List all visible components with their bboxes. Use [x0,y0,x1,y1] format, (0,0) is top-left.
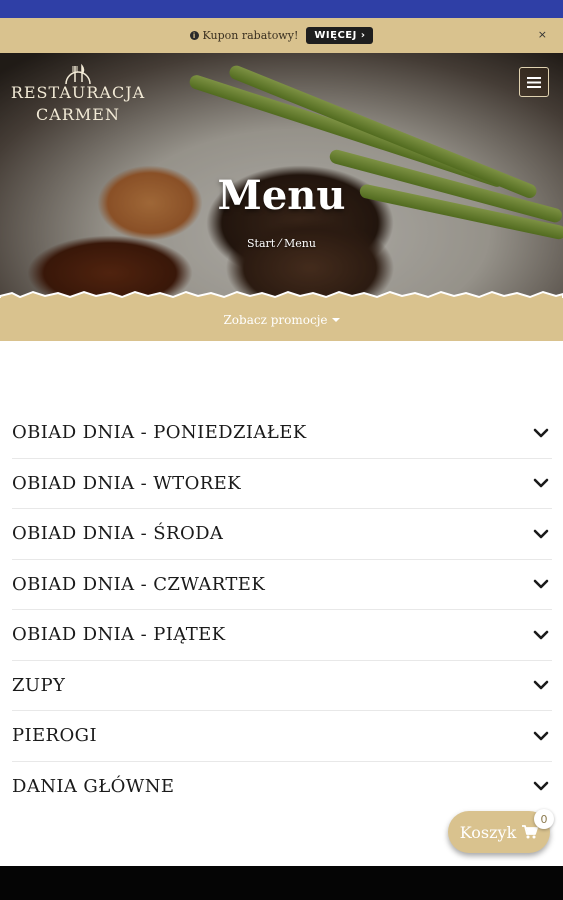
info-icon: i [189,31,199,40]
menu-category-item[interactable]: OBIAD DNIA - ŚRODA [12,509,552,560]
chevron-down-icon [533,781,549,791]
chevron-down-icon [533,731,549,741]
see-promotions-toggle[interactable]: Zobacz promocje [0,298,563,341]
system-navigation-bar [0,866,563,900]
shopping-cart-icon [522,825,539,839]
system-status-bar [0,0,563,18]
menu-category-item[interactable]: DANIA GŁÓWNE [12,762,552,812]
menu-category-label: PIEROGI [12,725,97,747]
logo-line-1: RESTAURACJA [10,83,146,102]
chevron-down-icon [533,680,549,690]
more-button[interactable]: WIĘCEJ › [306,27,374,44]
chevron-down-icon [533,630,549,640]
caret-down-icon [331,317,340,322]
close-icon[interactable]: × [538,28,547,41]
cart-label: Koszyk [459,822,517,842]
chevron-down-icon [533,428,549,438]
coupon-bar: i Kupon rabatowy! WIĘCEJ › × [0,18,563,53]
menu-category-item[interactable]: OBIAD DNIA - PIĄTEK [12,610,552,661]
hamburger-menu-button[interactable] [519,67,549,97]
menu-category-list: OBIAD DNIA - PONIEDZIAŁEK OBIAD DNIA - W… [12,408,552,811]
menu-category-label: OBIAD DNIA - CZWARTEK [12,573,266,595]
breadcrumb[interactable]: Start ⁄ Menu [0,237,563,250]
menu-category-label: OBIAD DNIA - ŚRODA [12,523,224,545]
coupon-text: Kupon rabatowy! [202,29,299,42]
chevron-down-icon [533,579,549,589]
menu-category-item[interactable]: PIEROGI [12,711,552,762]
menu-category-label: OBIAD DNIA - PIĄTEK [12,624,226,646]
chevron-down-icon [533,478,549,488]
cart-button[interactable]: Koszyk 0 [448,809,554,853]
menu-category-label: OBIAD DNIA - PONIEDZIAŁEK [12,422,307,444]
menu-category-item[interactable]: OBIAD DNIA - WTOREK [12,459,552,509]
page-title: Menu [217,172,346,219]
hamburger-icon [527,76,541,88]
menu-category-label: ZUPY [12,674,66,696]
menu-category-label: OBIAD DNIA - WTOREK [12,472,242,494]
menu-category-item[interactable]: OBIAD DNIA - CZWARTEK [12,560,552,610]
menu-category-item[interactable]: ZUPY [12,661,552,711]
menu-category-label: DANIA GŁÓWNE [12,775,175,797]
logo-line-2: CARMEN [36,105,120,124]
cart-count-badge: 0 [534,809,554,829]
restaurant-logo[interactable]: RESTAURACJA CARMEN [8,62,148,126]
cutlery-icon [65,63,91,84]
see-promotions-label: Zobacz promocje [223,312,328,327]
menu-category-item[interactable]: OBIAD DNIA - PONIEDZIAŁEK [12,408,552,459]
chevron-down-icon [533,529,549,539]
